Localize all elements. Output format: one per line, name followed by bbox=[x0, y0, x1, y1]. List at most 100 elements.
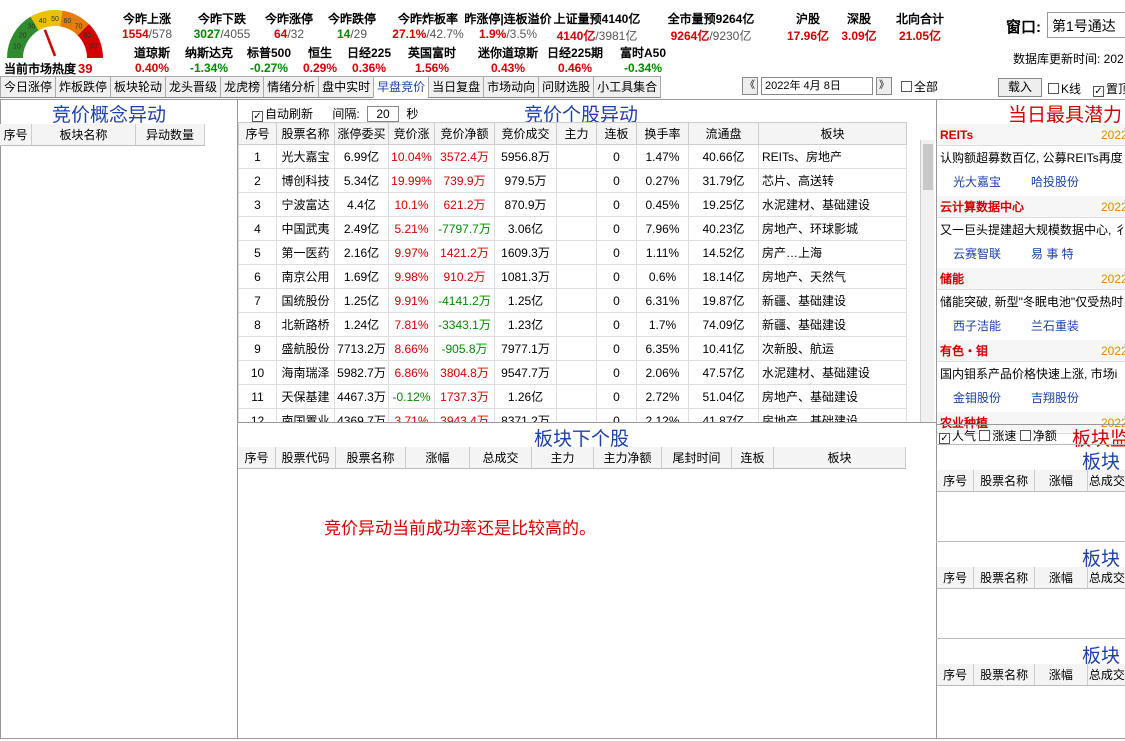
tab-10[interactable]: 问财选股 bbox=[538, 76, 595, 98]
next-date-button[interactable]: 》 bbox=[876, 77, 892, 95]
table-cell: 2.49亿 bbox=[334, 216, 389, 241]
column-header[interactable]: 序号 bbox=[937, 567, 975, 588]
table-row[interactable]: 10 海南瑞泽 5982.7万 6.86% 3804.8万 9547.7万 0 2.06% 47… bbox=[238, 360, 907, 385]
column-header[interactable]: 涨幅 bbox=[406, 447, 470, 468]
prev-date-button[interactable]: 《 bbox=[742, 77, 758, 95]
interval-input[interactable]: 20 bbox=[367, 106, 400, 122]
column-header[interactable]: 序号 bbox=[238, 122, 277, 145]
column-header[interactable]: 涨幅 bbox=[1035, 567, 1088, 588]
potential-stock-link[interactable]: 兰石重装 bbox=[1031, 319, 1079, 333]
stock-table-scrollbar[interactable] bbox=[920, 140, 934, 422]
tab-11[interactable]: 小工具集合 bbox=[593, 76, 662, 98]
table-row[interactable]: 6 南京公用 1.69亿 9.98% 910.2万 1081.3万 0 0.6% 18.14亿房… bbox=[238, 264, 907, 289]
potential-stock-link[interactable]: 西子洁能 bbox=[953, 319, 1001, 333]
pin-top-checkbox[interactable]: ✓ 置顶 bbox=[1093, 80, 1125, 97]
table-row[interactable]: 12 南国置业 4369.7万 3.71% 3943.4万 8371.2万 0 2.12% 41… bbox=[238, 408, 907, 422]
column-header[interactable]: 换手率 bbox=[636, 122, 689, 145]
column-header[interactable]: 板块 bbox=[774, 447, 906, 468]
column-header[interactable]: 主力 bbox=[556, 122, 597, 145]
column-header[interactable]: 股票名称 bbox=[974, 470, 1035, 491]
potential-stock-link[interactable]: 金钼股份 bbox=[953, 391, 1001, 405]
load-button[interactable]: 载入 bbox=[998, 78, 1042, 97]
column-header[interactable]: 竞价净额 bbox=[434, 122, 495, 145]
column-header[interactable]: 总成交 bbox=[1088, 470, 1125, 491]
table-row[interactable]: 2 博创科技 5.34亿 19.99% 739.9万 979.5万 0 0.27% 31.79亿… bbox=[238, 168, 907, 193]
table-cell: 1.25亿 bbox=[334, 288, 389, 313]
potential-stock-link[interactable]: 哈投股份 bbox=[1031, 175, 1079, 189]
column-header[interactable]: 流通盘 bbox=[688, 122, 759, 145]
column-header[interactable]: 总成交 bbox=[1088, 664, 1125, 685]
kline-checkbox[interactable]: K线 bbox=[1048, 80, 1081, 97]
table-row[interactable]: 3 宁波富达 4.4亿 10.1% 621.2万 870.9万 0 0.45% 19.25亿 水泥… bbox=[238, 192, 907, 217]
tab-6[interactable]: 盘中实时 bbox=[318, 76, 375, 98]
column-header[interactable]: 主力 bbox=[532, 447, 594, 468]
interval-label: 间隔: bbox=[332, 107, 360, 121]
table-cell: 6 bbox=[238, 264, 277, 289]
speed-checkbox[interactable]: 涨速 bbox=[979, 429, 1016, 443]
column-header[interactable]: 股票代码 bbox=[276, 447, 336, 468]
tab-8[interactable]: 当日复盘 bbox=[428, 76, 485, 98]
table-cell: 40.23亿 bbox=[688, 216, 759, 241]
table-row[interactable]: 8 北新路桥 1.24亿 7.81% -3343.1万 1.23亿 0 1.7% 74.09亿新… bbox=[238, 312, 907, 337]
column-header[interactable]: 序号 bbox=[238, 447, 276, 468]
table-cell bbox=[556, 336, 597, 361]
column-header[interactable]: 尾封时间 bbox=[662, 447, 732, 468]
tab-7[interactable]: 早盘竞价 bbox=[373, 76, 430, 98]
potential-item[interactable]: 云计算数据中心 2022 又一巨头提建超大规模数据中心, 彳云赛智联易 事 特 bbox=[937, 196, 1125, 266]
scrollbar-thumb[interactable] bbox=[923, 144, 933, 190]
column-header[interactable]: 股票名称 bbox=[974, 664, 1035, 685]
tab-0[interactable]: 今日涨停 bbox=[0, 76, 57, 98]
date-picker[interactable]: 2022年 4月 8日 bbox=[761, 77, 873, 95]
window-select[interactable]: 第1号通达 bbox=[1047, 12, 1125, 38]
potential-stock-link[interactable]: 易 事 特 bbox=[1031, 247, 1074, 261]
table-row[interactable]: 1 光大嘉宝 6.99亿 10.04% 3572.4万 5956.8万 0 1.47% 40.6… bbox=[238, 144, 907, 169]
potential-item[interactable]: REITs 2022 认购额超募数百亿, 公募REITs再度 光大嘉宝 哈投股份 bbox=[937, 124, 1125, 194]
column-header[interactable]: 总成交 bbox=[1088, 567, 1125, 588]
column-header[interactable]: 连板 bbox=[596, 122, 637, 145]
popularity-checkbox[interactable]: ✓ 人气 bbox=[939, 429, 976, 444]
column-header[interactable]: 板块 bbox=[758, 122, 907, 145]
column-header[interactable]: 连板 bbox=[732, 447, 774, 468]
column-header[interactable]: 涨幅 bbox=[1035, 664, 1088, 685]
table-cell: 盛航股份 bbox=[276, 336, 335, 361]
checkbox-icon bbox=[1019, 430, 1031, 441]
table-row[interactable]: 11 天保基建 4467.3万 -0.12% 1737.3万 1.26亿 0 2.72% 51.… bbox=[238, 384, 907, 409]
column-header[interactable]: 主力净额 bbox=[594, 447, 662, 468]
net-checkbox[interactable]: 净额 bbox=[1019, 429, 1057, 443]
table-cell: 8.66% bbox=[388, 336, 435, 361]
tab-4[interactable]: 龙虎榜 bbox=[220, 76, 265, 98]
column-header[interactable]: 涨停委买 bbox=[334, 122, 389, 145]
potential-stock-link[interactable]: 云赛智联 bbox=[953, 247, 1001, 261]
column-header[interactable]: 序号 bbox=[937, 664, 975, 685]
column-header[interactable]: 竞价成交 bbox=[494, 122, 557, 145]
column-header[interactable]: 总成交 bbox=[470, 447, 532, 468]
table-cell: 47.57亿 bbox=[688, 360, 759, 385]
potential-item[interactable]: 有色・钼 2022 国内钼系产品价格快速上涨, 市场i 金钼股份 吉翔股份 bbox=[937, 340, 1125, 410]
potential-item[interactable]: 储能 2022 储能突破, 新型"冬眠电池"仅受热时 西子洁能 兰石重装 bbox=[937, 268, 1125, 338]
tab-3[interactable]: 龙头晋级 bbox=[165, 76, 222, 98]
interval-unit: 秒 bbox=[406, 107, 419, 121]
table-row[interactable]: 4 中国武夷 2.49亿 5.21% -7797.7万 3.06亿 0 7.96% 40.23亿… bbox=[238, 216, 907, 241]
table-row[interactable]: 7 国统股份 1.25亿 9.91% -4141.2万 1.25亿 0 6.31% 19.87亿… bbox=[238, 288, 907, 313]
column-header[interactable]: 序号 bbox=[0, 124, 32, 145]
auto-refresh-checkbox[interactable]: ✓ 自动刷新 bbox=[252, 107, 313, 122]
potential-stock-link[interactable]: 吉翔股份 bbox=[1031, 391, 1079, 405]
table-row[interactable]: 5 第一医药 2.16亿 9.97% 1421.2万 1609.3万 0 1.11% 14.52… bbox=[238, 240, 907, 265]
potential-stock-link[interactable]: 光大嘉宝 bbox=[953, 175, 1001, 189]
all-checkbox[interactable]: 全部 bbox=[901, 78, 938, 95]
column-header[interactable]: 序号 bbox=[937, 470, 975, 491]
column-header[interactable]: 股票名称 bbox=[336, 447, 406, 468]
column-header[interactable]: 股票名称 bbox=[276, 122, 335, 145]
column-header[interactable]: 涨幅 bbox=[1035, 470, 1088, 491]
table-cell: 19.25亿 bbox=[688, 192, 759, 217]
tab-5[interactable]: 情绪分析 bbox=[263, 76, 320, 98]
table-row[interactable]: 9 盛航股份 7713.2万 8.66% -905.8万 7977.1万 0 6.35% 10.… bbox=[238, 336, 907, 361]
column-header[interactable]: 异动数量 bbox=[136, 124, 205, 145]
tab-1[interactable]: 炸板跌停 bbox=[55, 76, 112, 98]
column-header[interactable]: 板块名称 bbox=[32, 124, 136, 145]
tab-9[interactable]: 市场动向 bbox=[483, 76, 540, 98]
column-header[interactable]: 竞价涨 bbox=[388, 122, 435, 145]
column-header[interactable]: 股票名称 bbox=[974, 567, 1035, 588]
tab-2[interactable]: 板块轮动 bbox=[110, 76, 167, 98]
table-cell: 1.69亿 bbox=[334, 264, 389, 289]
